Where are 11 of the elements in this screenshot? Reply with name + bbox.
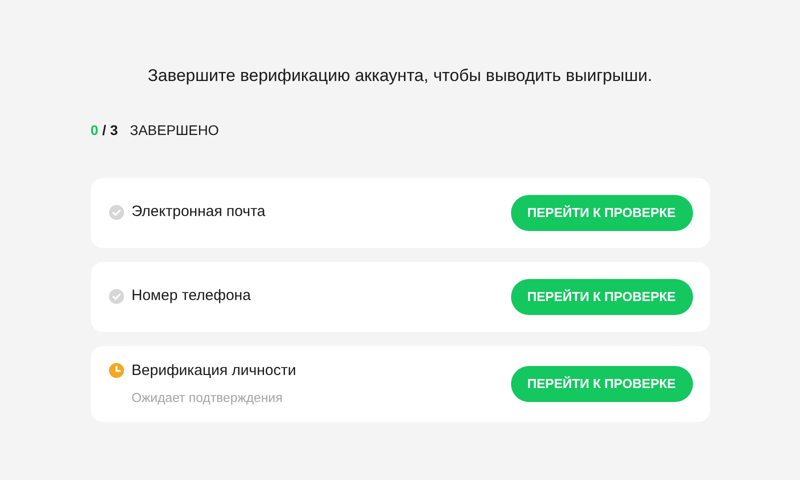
progress-label: ЗАВЕРШЕНО [130, 120, 219, 140]
verify-button[interactable]: ПЕРЕЙТИ К ПРОВЕРКЕ [510, 366, 692, 402]
verify-button[interactable]: ПЕРЕЙТИ К ПРОВЕРКЕ [510, 278, 692, 314]
card-title: Верификация личности [132, 360, 296, 380]
verify-button[interactable]: ПЕРЕЙТИ К ПРОВЕРКЕ [510, 194, 692, 230]
card-title: Номер телефона [132, 286, 251, 306]
page-heading: Завершите верификацию аккаунта, чтобы выводить выигрыши. [148, 65, 652, 87]
total-count: / 3 [102, 120, 118, 140]
card-title: Электронная почта [132, 202, 266, 222]
completed-count: 0 [90, 120, 98, 140]
status-note: Ожидает подтверждения [132, 389, 284, 407]
